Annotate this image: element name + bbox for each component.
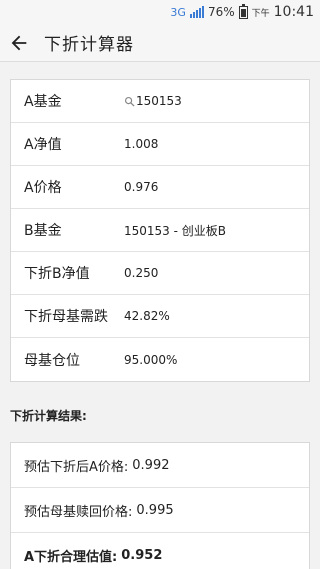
parent-position-label: 母基仓位 (24, 352, 80, 369)
results-card: 预估下折后A价格: 0.992 预估母基赎回价格: 0.995 A下折合理估值:… (10, 442, 310, 569)
a-fund-value[interactable]: 150153 (124, 94, 182, 108)
row-a-nav[interactable]: A净值 1.008 (11, 123, 309, 166)
a-price-value[interactable]: 0.976 (124, 180, 158, 194)
input-card: A基金 150153 A净值 1.008 A价格 0.976 B基金 15015… (10, 79, 310, 382)
parent-drop-value[interactable]: 42.82% (124, 309, 170, 323)
status-bar: 3G 76% 下午 10:41 (0, 0, 320, 24)
b-fund-value[interactable]: 150153 - 创业板B (124, 222, 226, 239)
battery-percent: 76% (207, 5, 235, 19)
result-row-fair-value: A下折合理估值: 0.952 (11, 533, 309, 569)
row-a-fund[interactable]: A基金 150153 (11, 80, 309, 123)
signal-icon (189, 6, 204, 18)
parent-position-value[interactable]: 95.000% (124, 353, 177, 367)
a-nav-label: A净值 (24, 137, 62, 153)
arrow-left-icon[interactable] (8, 32, 30, 54)
row-a-price[interactable]: A价格 0.976 (11, 166, 309, 209)
a-nav-value[interactable]: 1.008 (124, 137, 158, 151)
result-redeem-price-value: 0.995 (136, 502, 174, 518)
row-b-fund[interactable]: B基金 150153 - 创业板B (11, 209, 309, 252)
page-title: 下折计算器 (44, 35, 134, 55)
result-redeem-price-label: 预估母基赎回价格: (24, 504, 133, 520)
result-fair-value-label: A下折合理估值: (24, 549, 118, 565)
network-type: 3G (170, 5, 186, 19)
search-icon (124, 96, 135, 107)
b-trigger-nav-label: 下折B净值 (24, 266, 90, 282)
row-parent-position[interactable]: 母基仓位 95.000% (11, 338, 309, 381)
a-fund-label: A基金 (24, 94, 62, 110)
row-parent-drop[interactable]: 下折母基需跌 42.82% (11, 295, 309, 338)
battery-icon (238, 3, 248, 19)
clock: 10:41 (273, 4, 314, 20)
results-title: 下折计算结果: (10, 409, 87, 423)
clock-ampm: 下午 (251, 8, 270, 19)
result-a-price-value: 0.992 (132, 457, 170, 473)
result-row-redeem-price: 预估母基赎回价格: 0.995 (11, 488, 309, 533)
a-price-label: A价格 (24, 180, 62, 196)
app-bar: 下折计算器 (0, 24, 320, 62)
result-fair-value-value: 0.952 (121, 547, 163, 563)
result-row-a-price: 预估下折后A价格: 0.992 (11, 443, 309, 488)
b-trigger-nav-value[interactable]: 0.250 (124, 266, 158, 280)
row-b-trigger-nav[interactable]: 下折B净值 0.250 (11, 252, 309, 295)
b-fund-label: B基金 (24, 223, 62, 239)
a-fund-code: 150153 (136, 94, 182, 108)
result-a-price-label: 预估下折后A价格: (24, 459, 129, 475)
parent-drop-label: 下折母基需跌 (24, 309, 108, 325)
